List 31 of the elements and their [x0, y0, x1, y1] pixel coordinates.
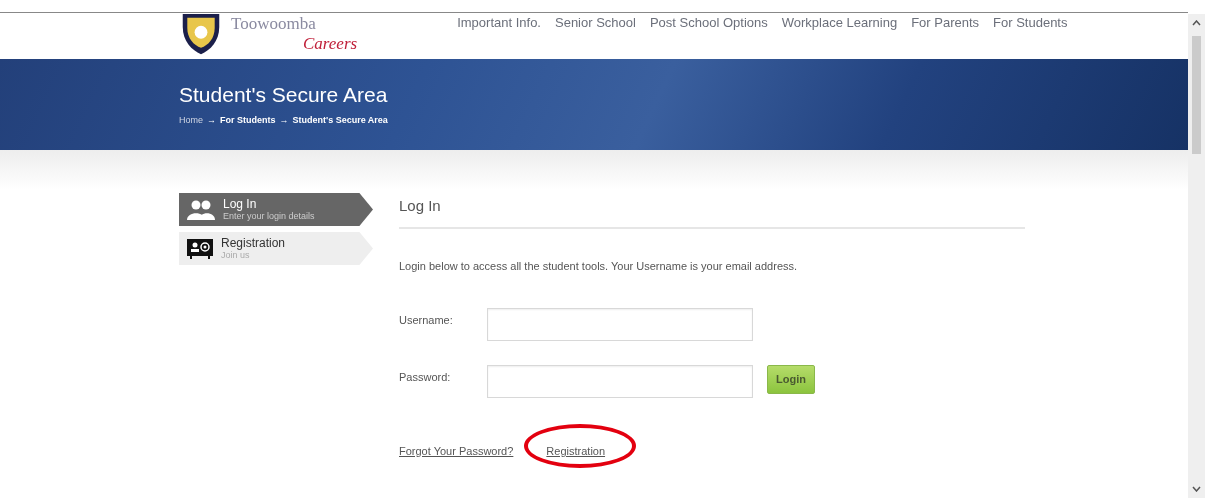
scroll-thumb[interactable] — [1192, 36, 1201, 154]
forgot-password-link[interactable]: Forgot Your Password? — [399, 445, 514, 457]
users-icon — [187, 199, 215, 220]
page-title: Student's Secure Area — [179, 82, 389, 108]
nav-link-item[interactable]: For Parents — [911, 13, 980, 56]
breadcrumb-separator: → — [207, 114, 216, 127]
nav-link-item[interactable]: Senior School — [555, 13, 636, 56]
nav-link-item[interactable]: For Students — [993, 13, 1068, 56]
breadcrumb-item: Student's Secure Area — [292, 114, 388, 127]
breadcrumb-item: For Students — [220, 114, 276, 127]
side-menu-tab[interactable]: Registration Join us — [179, 232, 373, 265]
breadcrumb-separator: → — [279, 114, 289, 127]
registration-link[interactable]: Registration — [546, 445, 606, 457]
logo-text: Toowoomba — [231, 14, 317, 34]
scrollbar[interactable] — [1188, 14, 1205, 498]
breadcrumb-link[interactable]: Home — [179, 114, 203, 128]
intro-text: Login below to access all the student tools. Your Username is your email address. — [399, 258, 799, 274]
side-menu-tab[interactable]: Log In Enter your login details — [179, 193, 373, 226]
nav-link-item[interactable]: Important Info. — [457, 13, 541, 56]
login-button[interactable]: Login — [767, 365, 815, 394]
scroll-up-icon[interactable] — [1192, 20, 1201, 26]
section-heading: Log In — [399, 193, 1025, 229]
nav-link-item[interactable]: Post School Options — [649, 13, 768, 56]
password-field[interactable] — [487, 365, 753, 398]
logo-tagline: Careers — [303, 34, 358, 54]
scroll-down-icon[interactable] — [1192, 486, 1201, 492]
contact-card-icon — [187, 238, 213, 259]
field-label: Password: — [399, 370, 452, 385]
nav-link-item[interactable]: Workplace Learning — [781, 13, 898, 56]
username-field[interactable] — [487, 308, 753, 341]
field-label: Username: — [399, 313, 454, 328]
